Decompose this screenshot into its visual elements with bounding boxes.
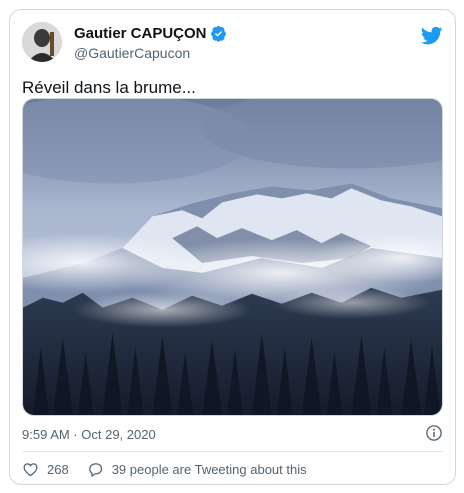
author-info: Gautier CAPUÇON @GautierCapucon bbox=[74, 24, 227, 61]
tweet-card: Gautier CAPUÇON @GautierCapucon Réveil d… bbox=[9, 9, 456, 485]
conversation-link[interactable]: 39 people are Tweeting about this bbox=[87, 461, 307, 478]
like-button[interactable]: 268 bbox=[22, 461, 69, 478]
author-avatar[interactable] bbox=[22, 22, 62, 62]
tweet-photo[interactable] bbox=[22, 98, 443, 416]
divider bbox=[22, 451, 443, 452]
tweet-meta: 9:59 AM · Oct 29, 2020 bbox=[22, 424, 443, 444]
author-name[interactable]: Gautier CAPUÇON bbox=[74, 25, 207, 42]
twitter-bird-icon[interactable] bbox=[421, 26, 443, 46]
heart-icon bbox=[23, 462, 38, 476]
author-handle[interactable]: @GautierCapucon bbox=[74, 45, 227, 61]
like-count: 268 bbox=[47, 461, 69, 477]
info-icon[interactable] bbox=[425, 424, 443, 442]
tweet-actions: 268 39 people are Tweeting about this bbox=[22, 458, 443, 480]
tweet-text: Réveil dans la brume... bbox=[22, 78, 196, 97]
comment-bubble-icon bbox=[88, 462, 102, 477]
verified-badge-icon bbox=[210, 25, 226, 42]
conversation-text: 39 people are Tweeting about this bbox=[111, 461, 307, 477]
misty-mountain-image bbox=[23, 99, 442, 415]
tweet-timestamp[interactable]: 9:59 AM · Oct 29, 2020 bbox=[22, 427, 156, 442]
tweet-header: Gautier CAPUÇON @GautierCapucon bbox=[22, 22, 443, 66]
